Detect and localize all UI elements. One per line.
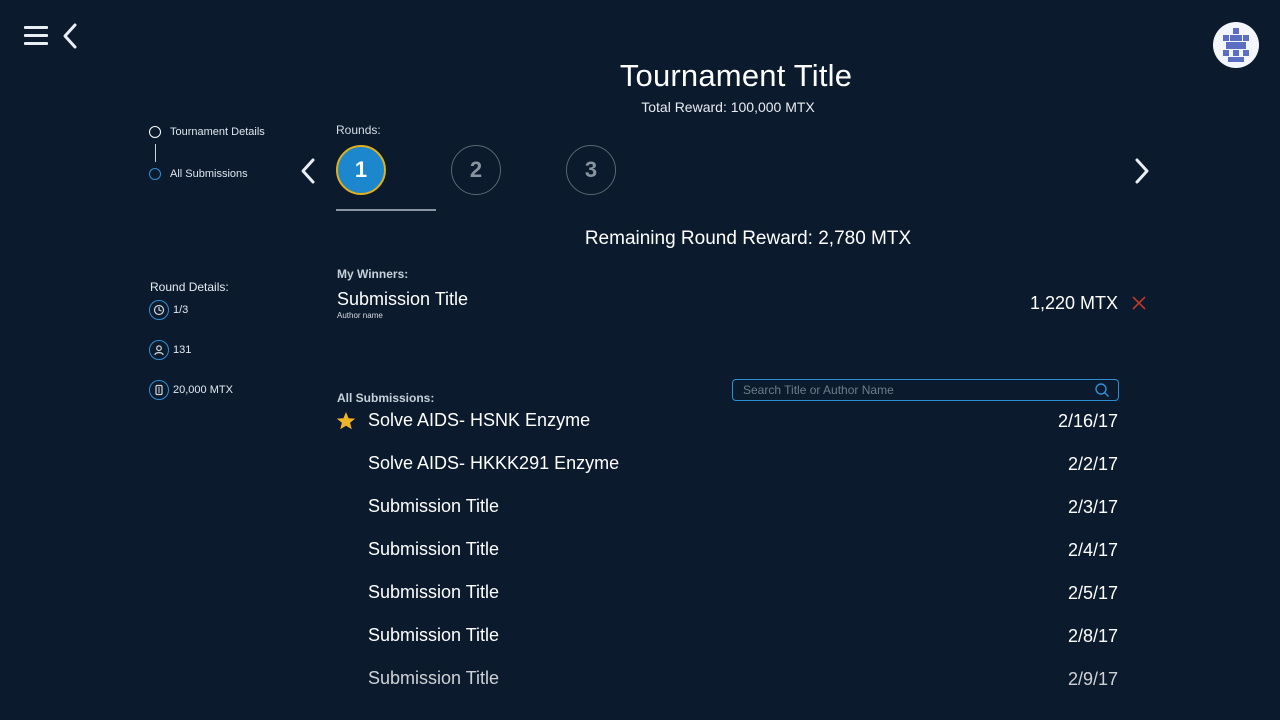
rounds-label: Rounds:	[336, 123, 381, 137]
round-2-button[interactable]: 2	[451, 145, 501, 195]
star-icon[interactable]	[336, 411, 356, 431]
page-title: Tournament Title	[619, 58, 853, 93]
submission-row[interactable]: Submission Title 2/4/17	[336, 539, 1118, 565]
reward-icon	[149, 380, 169, 400]
search-input[interactable]	[743, 383, 1094, 397]
round-3-button[interactable]: 3	[566, 145, 616, 195]
step-connector	[155, 144, 156, 162]
step-dot-all-submissions[interactable]	[149, 168, 161, 180]
submission-row[interactable]: Submission Title 2/5/17	[336, 582, 1118, 608]
remove-winner-icon[interactable]	[1131, 295, 1147, 311]
round-reward-value: 20,000 MTX	[173, 384, 233, 396]
round-progress-value: 1/3	[173, 304, 189, 316]
submission-title: Submission Title	[368, 539, 500, 559]
total-reward: Total Reward: 100,000 MTX	[641, 99, 815, 115]
submission-date: 2/9/17	[1067, 669, 1118, 689]
submission-row[interactable]: Submission Title 2/9/17	[336, 668, 1118, 694]
user-icon	[149, 340, 169, 360]
search-icon[interactable]	[1094, 382, 1110, 398]
menu-icon[interactable]	[24, 26, 48, 46]
round-details-label: Round Details:	[150, 280, 229, 294]
winner-amount: 1,220 MTX	[1029, 293, 1118, 313]
submission-title: Solve AIDS- HKKK291 Enzyme	[368, 453, 620, 473]
submission-title: Solve AIDS- HSNK Enzyme	[368, 410, 591, 430]
submission-row[interactable]: Submission Title 2/3/17	[336, 496, 1118, 522]
rounds-next-icon[interactable]	[1131, 156, 1153, 186]
winner-author-name: Author name	[337, 311, 383, 320]
submission-date: 2/5/17	[1067, 583, 1118, 603]
submission-row[interactable]: Submission Title 2/8/17	[336, 625, 1118, 651]
nav-tournament-details[interactable]: Tournament Details	[170, 126, 265, 138]
submission-row[interactable]: Solve AIDS- HSNK Enzyme 2/16/17	[336, 410, 1118, 436]
submission-date: 2/16/17	[1057, 411, 1118, 431]
step-dot-tournament-details[interactable]	[149, 126, 161, 138]
rounds-prev-icon[interactable]	[297, 156, 319, 186]
submission-title: Submission Title	[368, 625, 500, 645]
round-selected-underline	[336, 209, 436, 211]
back-chevron-icon[interactable]	[60, 22, 80, 50]
submission-date: 2/8/17	[1067, 626, 1118, 646]
remaining-round-reward: Remaining Round Reward: 2,780 MTX	[584, 228, 912, 249]
submission-date: 2/2/17	[1067, 454, 1118, 474]
round-1-button[interactable]: 1	[336, 145, 386, 195]
submission-title: Submission Title	[368, 582, 500, 602]
submission-date: 2/4/17	[1067, 540, 1118, 560]
round-progress-icon	[149, 300, 169, 320]
submission-title: Submission Title	[368, 668, 500, 688]
submission-row[interactable]: Solve AIDS- HKKK291 Enzyme 2/2/17	[336, 453, 1118, 479]
submission-title: Submission Title	[368, 496, 500, 516]
search-field[interactable]	[732, 379, 1119, 401]
all-submissions-label: All Submissions:	[337, 391, 435, 405]
submission-date: 2/3/17	[1067, 497, 1118, 517]
winner-submission-title[interactable]: Submission Title	[337, 289, 468, 310]
my-winners-label: My Winners:	[337, 267, 409, 281]
nav-all-submissions[interactable]: All Submissions	[170, 168, 248, 180]
participants-value: 131	[173, 344, 192, 356]
